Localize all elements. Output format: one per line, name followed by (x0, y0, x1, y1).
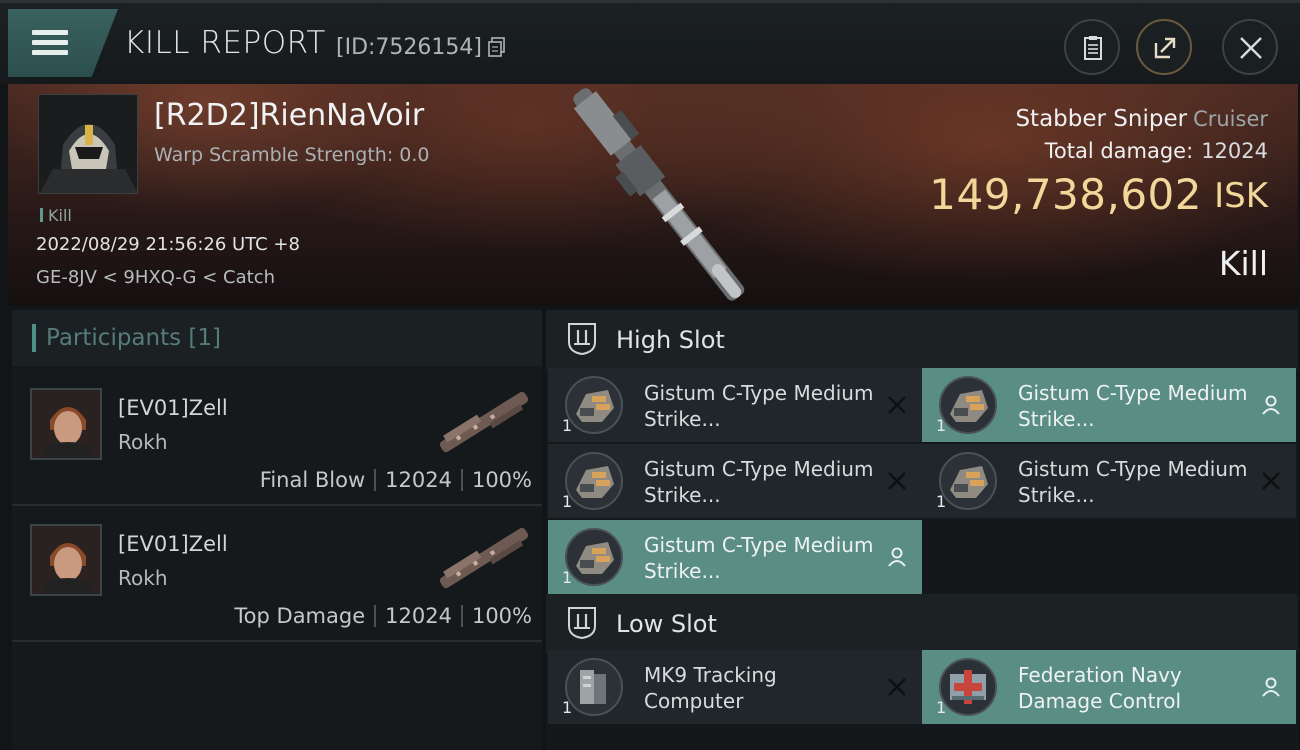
module-quantity: 1 (562, 568, 573, 587)
pilot-owned-icon[interactable] (1260, 676, 1282, 698)
close-button[interactable] (1222, 19, 1278, 75)
pilot-portrait-icon (32, 390, 100, 458)
participant-ship: Rokh (118, 430, 168, 454)
low-slot-icon (568, 607, 596, 640)
total-damage-label: Total damage: (1044, 139, 1194, 163)
participant-row[interactable]: [EV01]Zell Rokh Top Damage 12024 100% (12, 506, 542, 642)
participant-ship: Rokh (118, 566, 168, 590)
module-quantity: 1 (562, 492, 573, 511)
participants-panel: Participants [1] [EV01]Zell Rokh Final B… (12, 310, 542, 750)
kill-timestamp: 2022/08/29 21:56:26 UTC +8 (36, 234, 300, 255)
kill-location[interactable]: GE-8JV < 9HXQ-G < Catch (36, 267, 275, 288)
module-name: MK9 Tracking Computer (644, 663, 777, 713)
total-damage: Total damage: 12024 (1045, 139, 1268, 163)
module-tile[interactable]: 1 Gistum C-Type Medium Strike... (548, 444, 922, 518)
destroyed-x-icon (888, 678, 906, 696)
module-name: Gistum C-Type Medium Strike... (1018, 457, 1248, 507)
module-name: Gistum C-Type Medium Strike... (644, 533, 874, 583)
participant-name[interactable]: [EV01]Zell (118, 396, 228, 420)
isk-value: 149,738,602 (929, 170, 1202, 219)
share-button[interactable] (1136, 19, 1192, 75)
module-quantity: 1 (936, 492, 947, 511)
menu-button[interactable] (8, 9, 118, 77)
kill-result: Kill (1218, 244, 1268, 283)
module-tile[interactable]: 1 Federation Navy Damage Control (922, 650, 1296, 724)
victim-avatar[interactable] (38, 94, 138, 194)
participant-name[interactable]: [EV01]Zell (118, 532, 228, 556)
module-quantity: 1 (936, 416, 947, 435)
module-name: Gistum C-Type Medium Strike... (644, 457, 874, 507)
copy-icon[interactable] (488, 37, 506, 57)
module-name: Federation Navy Damage Control (1018, 663, 1182, 713)
victim-ship-name[interactable]: Stabber Sniper Cruiser (1015, 106, 1268, 132)
ship-class: Cruiser (1193, 107, 1268, 131)
pilot-portrait-icon (32, 526, 100, 594)
module-tile[interactable]: 1 Gistum C-Type Medium Strike... (548, 520, 922, 594)
participant-avatar[interactable] (30, 388, 102, 460)
module-name: Gistum C-Type Medium Strike... (644, 381, 874, 431)
isk-unit: ISK (1214, 176, 1268, 216)
participants-title: Participants [1] (46, 325, 221, 351)
high-slot-title: High Slot (616, 326, 725, 354)
participant-stats: Final Blow 12024 100% (260, 468, 532, 492)
participant-row[interactable]: [EV01]Zell Rokh Final Blow 12024 100% (12, 370, 542, 506)
high-slot-icon (568, 323, 596, 356)
participant-damage: 12024 (385, 468, 452, 492)
clipboard-button[interactable] (1064, 19, 1120, 75)
warp-scramble-strength: Warp Scramble Strength: 0.0 (154, 144, 430, 166)
header-bar: KILL REPORT [ID:7526154] (0, 0, 1300, 84)
kill-tag: Kill (40, 206, 72, 225)
participant-percent: 100% (471, 468, 532, 492)
total-damage-value: 12024 (1201, 139, 1268, 163)
module-tile[interactable]: 1 Gistum C-Type Medium Strike... (548, 368, 922, 442)
module-tile[interactable]: 1 Gistum C-Type Medium Strike... (922, 444, 1296, 518)
module-tile[interactable]: 1 MK9 Tracking Computer (548, 650, 922, 724)
clipboard-icon (1084, 36, 1102, 60)
page-title: KILL REPORT (124, 25, 326, 61)
pilot-owned-icon[interactable] (886, 546, 908, 568)
victim-banner: [R2D2]RienNaVoir Warp Scramble Strength:… (8, 84, 1298, 306)
close-icon (1240, 37, 1262, 59)
participant-role: Top Damage (234, 604, 366, 628)
participant-ship-image[interactable] (432, 520, 536, 596)
low-slot-title: Low Slot (616, 610, 717, 638)
module-name: Gistum C-Type Medium Strike... (1018, 381, 1248, 431)
menu-icon (32, 30, 68, 56)
participant-ship-image[interactable] (432, 384, 536, 460)
module-tile[interactable]: 1 Gistum C-Type Medium Strike... (922, 368, 1296, 442)
high-slot-header: High Slot (546, 310, 1298, 370)
low-slot-header: Low Slot (546, 594, 1298, 654)
ship-name-text: Stabber Sniper (1015, 106, 1188, 132)
participant-percent: 100% (471, 604, 532, 628)
victim-ship-image[interactable] (548, 84, 768, 306)
report-id: [ID:7526154] (336, 35, 482, 60)
participants-header: Participants [1] (12, 310, 542, 366)
destroyed-x-icon (1262, 472, 1280, 490)
fitting-panel: High Slot 1 Gistum C-Type Medium Strike..… (546, 310, 1298, 750)
helmet-portrait-icon (39, 95, 137, 193)
participant-stats: Top Damage 12024 100% (234, 604, 532, 628)
module-quantity: 1 (562, 698, 573, 717)
destroyed-x-icon (888, 396, 906, 414)
participant-role: Final Blow (259, 468, 366, 492)
destroyed-x-icon (888, 472, 906, 490)
module-quantity: 1 (936, 698, 947, 717)
share-icon (1154, 37, 1176, 59)
pilot-owned-icon[interactable] (1260, 394, 1282, 416)
participant-damage: 12024 (385, 604, 452, 628)
participant-avatar[interactable] (30, 524, 102, 596)
victim-name[interactable]: [R2D2]RienNaVoir (154, 98, 424, 133)
module-quantity: 1 (562, 416, 573, 435)
